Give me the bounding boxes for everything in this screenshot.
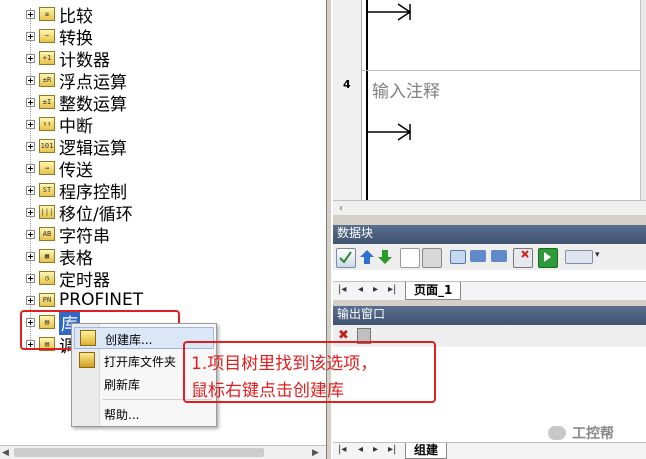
logic-icon: 101: [39, 139, 55, 153]
move-up-icon[interactable]: [358, 248, 376, 266]
network-number: 4: [343, 78, 351, 91]
tree-item[interactable]: ▦ 表格: [26, 245, 93, 269]
expand-icon[interactable]: [26, 295, 35, 305]
tree-item[interactable]: → 传送: [26, 157, 93, 181]
expand-icon[interactable]: [26, 185, 35, 195]
program-control-icon: ST: [39, 183, 55, 197]
ladder-bottom-border: [333, 215, 646, 225]
expand-icon[interactable]: [26, 163, 35, 173]
create-library-icon: [80, 330, 96, 346]
annotation-box: 1.项目树里找到该选项， 鼠标右键点击创建库: [183, 341, 436, 403]
ladder-horizontal-scrollbar[interactable]: ‹: [333, 200, 646, 215]
network-divider: [333, 70, 646, 71]
convert-icon: ~: [39, 29, 55, 43]
download-icon[interactable]: [538, 248, 558, 268]
tree-item[interactable]: ST 程序控制: [26, 179, 127, 203]
compile-check-icon[interactable]: [336, 248, 356, 268]
symbol-dropdown-icon[interactable]: [565, 250, 593, 264]
output-window-header: 输出窗口: [333, 306, 646, 325]
expand-icon[interactable]: [26, 97, 35, 107]
output-window-title: 输出窗口: [337, 307, 386, 321]
remove-bookmark-icon[interactable]: [513, 248, 533, 268]
tab-build[interactable]: 组建: [405, 443, 448, 459]
shift-rotate-icon: |||: [39, 205, 55, 219]
network-number-gutter: 4: [333, 0, 362, 200]
ladder-vertical-scroll-edge: [640, 0, 646, 215]
tree-item[interactable]: ~ 转换: [26, 25, 93, 49]
next-bookmark-icon[interactable]: [491, 250, 507, 262]
expand-icon[interactable]: [26, 273, 35, 283]
chevron-down-icon[interactable]: ▾: [595, 250, 600, 260]
tree-item[interactable]: 101 逻辑运算: [26, 135, 127, 159]
tree-item-label: 定时器: [59, 270, 110, 291]
tab-last-arrow[interactable]: ▸|: [388, 284, 396, 295]
output-tabbar: |◂ ◂ ▸ ▸| 组建: [333, 442, 646, 459]
profinet-icon: PN: [39, 293, 55, 307]
menu-item-label: 打开库文件夹: [104, 355, 177, 369]
tab-last-arrow[interactable]: ▸|: [388, 444, 396, 455]
expand-icon[interactable]: [26, 251, 35, 261]
paste-icon[interactable]: [422, 248, 442, 268]
bookmark-icon[interactable]: [470, 250, 486, 262]
move-down-icon[interactable]: [376, 248, 394, 266]
float-math-icon: ±R: [39, 73, 55, 87]
annotation-line-1: 1.项目树里找到该选项，: [191, 354, 378, 374]
tree-item[interactable]: ||| 移位/循环: [26, 201, 133, 225]
tab-prev-arrow[interactable]: ◂: [358, 444, 363, 455]
network-comment[interactable]: 输入注释: [372, 77, 440, 102]
expand-icon[interactable]: [26, 53, 35, 63]
tree-item[interactable]: ◷ 定时器: [26, 267, 110, 291]
menu-item-label: 帮助...: [104, 408, 140, 422]
counter-icon: +1: [39, 51, 55, 65]
expand-icon[interactable]: [26, 119, 35, 129]
integer-math-icon: ±I: [39, 95, 55, 109]
tab-prev-arrow[interactable]: ◂: [358, 284, 363, 295]
interrupt-icon: ↑↑: [39, 117, 55, 131]
data-block-content: [333, 270, 646, 281]
watermark-text: 工控帮: [572, 426, 614, 442]
tree-item-label: PROFINET: [59, 290, 144, 310]
scroll-left-arrow[interactable]: ◀: [2, 448, 12, 458]
tree-item[interactable]: +1 计数器: [26, 47, 110, 71]
expand-icon[interactable]: [26, 75, 35, 85]
watermark: 工控帮: [548, 423, 614, 443]
tab-next-arrow[interactable]: ▸: [373, 284, 378, 295]
tree-item[interactable]: ↑↑ 中断: [26, 113, 93, 137]
scroll-thumb[interactable]: [14, 448, 264, 457]
data-block-tabbar: |◂ ◂ ▸ ▸| 页面_1: [333, 281, 646, 300]
expand-icon[interactable]: [26, 9, 35, 19]
expand-icon[interactable]: [26, 229, 35, 239]
tree-item[interactable]: ≥ 比较: [26, 3, 93, 27]
tree-horizontal-scrollbar[interactable]: ◀ ▶: [0, 445, 326, 459]
scroll-right-arrow[interactable]: ▶: [312, 448, 322, 458]
menu-item-label: 创建库...: [105, 333, 153, 347]
open-folder-icon: [79, 352, 95, 368]
tab-page-1[interactable]: 页面_1: [405, 282, 462, 300]
data-block-toolbar: ▾: [333, 244, 646, 271]
tree-item[interactable]: ±I 整数运算: [26, 91, 127, 115]
insert-row-icon[interactable]: [400, 248, 420, 268]
tab-next-arrow[interactable]: ▸: [373, 444, 378, 455]
data-block-title: 数据块: [337, 226, 374, 240]
tab-first-arrow[interactable]: |◂: [338, 284, 346, 295]
data-block-header: 数据块: [333, 225, 646, 244]
menu-item-label: 刷新库: [104, 378, 141, 392]
tab-first-arrow[interactable]: |◂: [338, 444, 346, 455]
annotation-line-2: 鼠标右键点击创建库: [191, 381, 344, 401]
scroll-left-arrow[interactable]: ‹: [339, 203, 343, 214]
transfer-icon: →: [39, 161, 55, 175]
tree-item[interactable]: AB 字符串: [26, 223, 110, 247]
expand-icon[interactable]: [26, 141, 35, 151]
expand-icon[interactable]: [26, 31, 35, 41]
string-icon: AB: [39, 227, 55, 241]
menu-item-help[interactable]: 帮助...: [74, 403, 214, 425]
table-icon: ▦: [39, 249, 55, 263]
compare-icon: ≥: [39, 7, 55, 21]
timer-icon: ◷: [39, 271, 55, 285]
tree-item[interactable]: PN PROFINET: [26, 289, 143, 311]
tree-item[interactable]: ±R 浮点运算: [26, 69, 127, 93]
toggle-view-icon[interactable]: [450, 250, 466, 264]
wechat-icon: [548, 426, 566, 440]
expand-icon[interactable]: [26, 207, 35, 217]
